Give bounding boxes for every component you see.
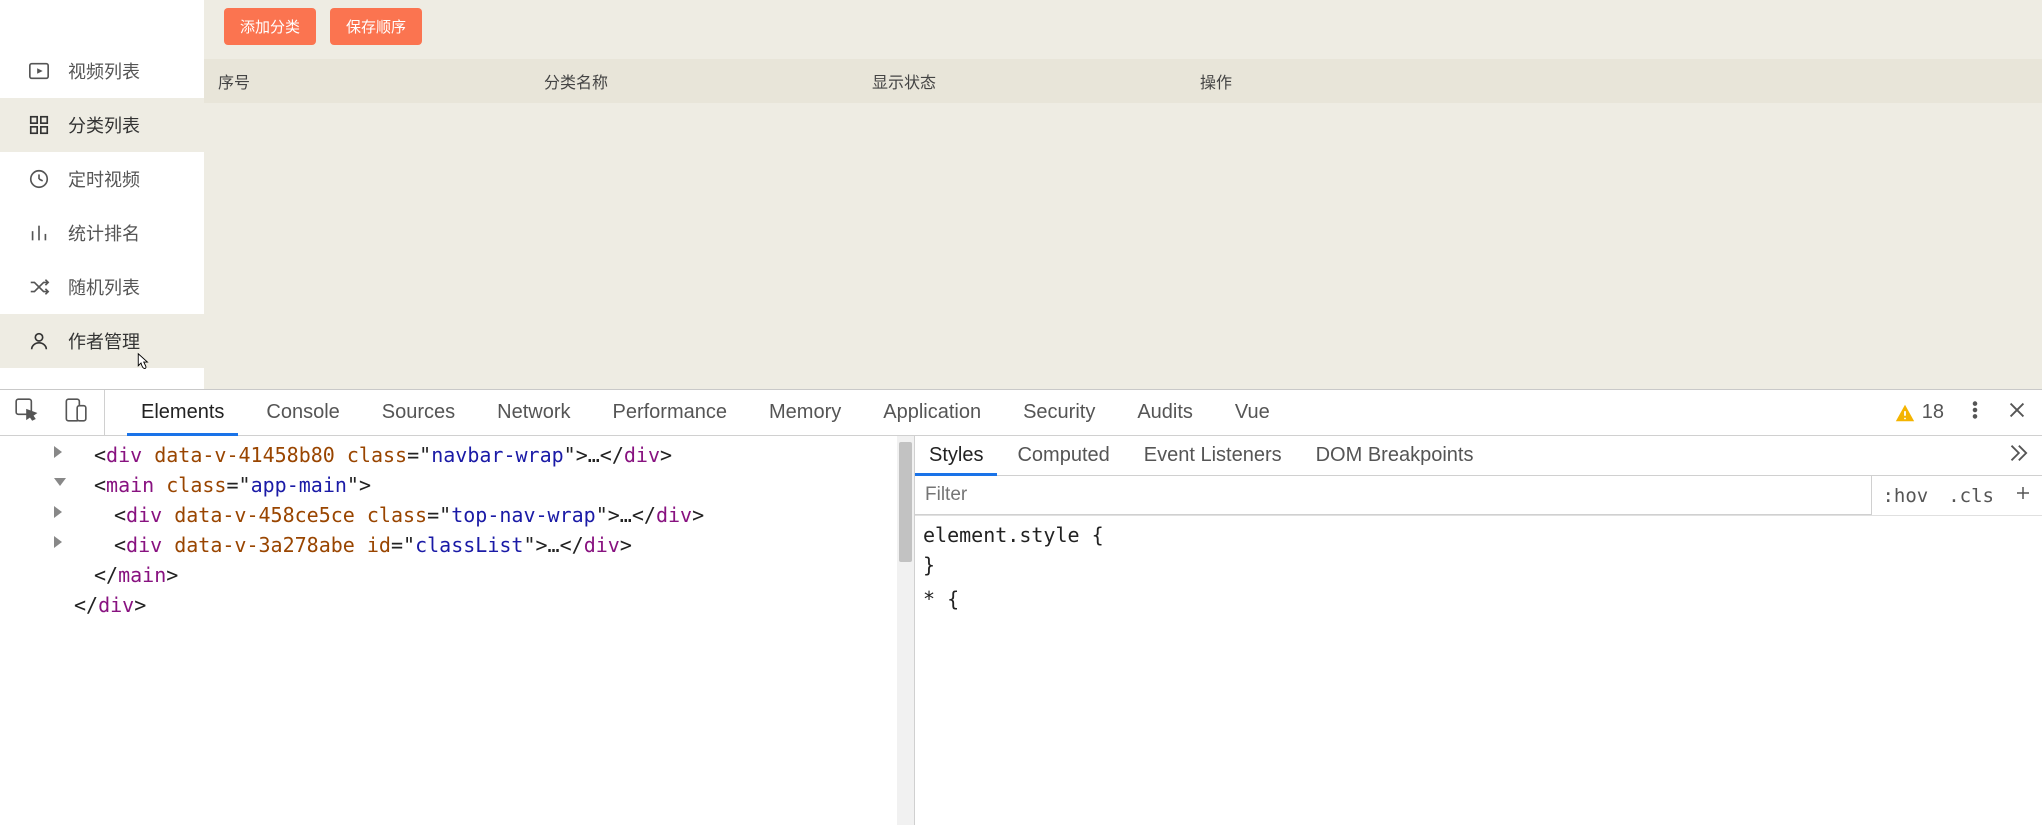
tab-network[interactable]: Network	[497, 390, 570, 435]
user-icon	[28, 330, 50, 352]
col-state: 显示状态	[872, 69, 1200, 93]
devtools-panel: Elements Console Sources Network Perform…	[0, 389, 2042, 825]
inspect-element-icon[interactable]	[14, 397, 40, 429]
sidebar-item-label: 作者管理	[68, 328, 140, 354]
sidebar-item-label: 定时视频	[68, 166, 140, 192]
tab-audits[interactable]: Audits	[1137, 390, 1193, 435]
app-root: 视频列表 分类列表 定时视频 统计排名 随机列表	[0, 0, 2042, 389]
hov-toggle[interactable]: :hov	[1872, 485, 1938, 507]
sidebar-item-label: 分类列表	[68, 112, 140, 138]
clock-icon	[28, 168, 50, 190]
devtools-tabbar: Elements Console Sources Network Perform…	[0, 390, 2042, 436]
styles-filter-input[interactable]	[915, 476, 1872, 515]
tab-application[interactable]: Application	[883, 390, 981, 435]
sidebar-item-label: 统计排名	[68, 220, 140, 246]
video-play-icon	[28, 60, 50, 82]
add-category-button[interactable]: 添加分类	[224, 8, 316, 45]
warnings-badge[interactable]: 18	[1894, 401, 1944, 424]
device-toolbar-icon[interactable]	[62, 397, 88, 429]
styles-more-icon[interactable]	[2006, 442, 2028, 470]
sidebar-item-video-list[interactable]: 视频列表	[0, 44, 204, 98]
shuffle-icon	[28, 276, 50, 298]
col-ops: 操作	[1200, 69, 2042, 93]
styles-tab-dom-breakpoints[interactable]: DOM Breakpoints	[1316, 436, 1474, 475]
tab-vue[interactable]: Vue	[1235, 390, 1270, 435]
grid-icon	[28, 114, 50, 136]
tab-memory[interactable]: Memory	[769, 390, 841, 435]
devtools-tabs: Elements Console Sources Network Perform…	[105, 390, 1270, 435]
sidebar-item-random-list[interactable]: 随机列表	[0, 260, 204, 314]
tab-sources[interactable]: Sources	[382, 390, 455, 435]
devtools-menu-icon[interactable]	[1964, 399, 1986, 427]
sidebar: 视频列表 分类列表 定时视频 统计排名 随机列表	[0, 0, 204, 389]
category-table: 序号 分类名称 显示状态 操作	[204, 59, 2042, 103]
sidebar-item-category-list[interactable]: 分类列表	[0, 98, 204, 152]
elements-scrollbar[interactable]	[897, 436, 914, 825]
sidebar-item-label: 随机列表	[68, 274, 140, 300]
styles-tab-event-listeners[interactable]: Event Listeners	[1144, 436, 1282, 475]
sidebar-item-label: 视频列表	[68, 58, 140, 84]
table-header-row: 序号 分类名称 显示状态 操作	[204, 59, 2042, 103]
cls-toggle[interactable]: .cls	[1938, 485, 2004, 507]
warnings-count: 18	[1922, 401, 1944, 424]
styles-tab-computed[interactable]: Computed	[1017, 436, 1109, 475]
elements-tree[interactable]: <div data-v-41458b80 class="navbar-wrap"…	[0, 436, 915, 825]
sidebar-item-author-manage[interactable]: 作者管理	[0, 314, 204, 368]
new-style-rule-icon[interactable]	[2004, 484, 2042, 507]
tab-performance[interactable]: Performance	[613, 390, 728, 435]
tab-security[interactable]: Security	[1023, 390, 1095, 435]
devtools-close-icon[interactable]	[2006, 399, 2028, 427]
col-name: 分类名称	[544, 69, 872, 93]
styles-rules[interactable]: element.style { } * {	[915, 516, 2042, 825]
save-order-button[interactable]: 保存顺序	[330, 8, 422, 45]
tab-console[interactable]: Console	[266, 390, 339, 435]
bar-chart-icon	[28, 222, 50, 244]
styles-panel: Styles Computed Event Listeners DOM Brea…	[915, 436, 2042, 825]
sidebar-item-stats-rank[interactable]: 统计排名	[0, 206, 204, 260]
toolbar: 添加分类 保存顺序	[204, 8, 2042, 45]
styles-tab-styles[interactable]: Styles	[929, 436, 983, 475]
tab-elements[interactable]: Elements	[141, 390, 224, 435]
main-content: 添加分类 保存顺序 序号 分类名称 显示状态 操作	[204, 0, 2042, 389]
col-index: 序号	[204, 69, 544, 93]
sidebar-item-scheduled-video[interactable]: 定时视频	[0, 152, 204, 206]
